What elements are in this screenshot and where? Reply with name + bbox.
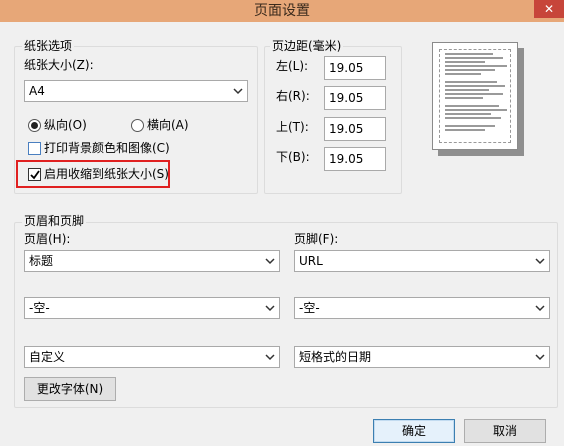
shrink-to-fit-checkbox[interactable] [28, 168, 41, 181]
chevron-down-icon [265, 305, 275, 312]
header-label: 页眉(H): [24, 232, 71, 246]
margin-top-input[interactable]: 19.05 [324, 117, 386, 141]
paper-size-value: A4 [29, 84, 45, 98]
header-select-3[interactable]: 自定义 [24, 346, 280, 368]
footer-value-1: URL [299, 254, 323, 268]
chevron-down-icon [535, 305, 545, 312]
footer-select-1[interactable]: URL [294, 250, 550, 272]
header-footer-label: 页眉和页脚 [22, 214, 87, 228]
paper-size-select[interactable]: A4 [24, 80, 248, 102]
margins-label: 页边距(毫米) [270, 39, 344, 53]
window-title: 页面设置 [254, 3, 310, 19]
checkmark-icon [30, 170, 40, 180]
chevron-down-icon [535, 354, 545, 361]
margin-right-input[interactable]: 19.05 [324, 86, 386, 110]
footer-select-3[interactable]: 短格式的日期 [294, 346, 550, 368]
margin-left-label: 左(L): [276, 59, 309, 73]
footer-value-2: -空- [299, 301, 320, 315]
chevron-down-icon [535, 258, 545, 265]
margin-left-input[interactable]: 19.05 [324, 56, 386, 80]
dialog-body: 纸张选项 纸张大小(Z): A4 纵向(O) 横向(A) 打印背景颜色和图像(C… [0, 22, 564, 446]
margin-bottom-input[interactable]: 19.05 [324, 147, 386, 171]
header-value-3: 自定义 [29, 350, 66, 364]
portrait-radio[interactable] [28, 119, 41, 132]
shrink-to-fit-label[interactable]: 启用收缩到纸张大小(S) [44, 166, 169, 182]
landscape-radio[interactable] [131, 119, 144, 132]
header-value-2: -空- [29, 301, 50, 315]
header-value-1: 标题 [29, 254, 54, 268]
paper-options-label: 纸张选项 [22, 39, 75, 53]
footer-select-2[interactable]: -空- [294, 297, 550, 319]
close-button[interactable]: ✕ [534, 0, 564, 18]
margin-bottom-label: 下(B): [276, 150, 310, 164]
close-icon: ✕ [543, 2, 555, 16]
margin-right-label: 右(R): [276, 89, 310, 103]
page-preview [432, 42, 518, 150]
chevron-down-icon [265, 258, 275, 265]
footer-value-3: 短格式的日期 [299, 350, 372, 364]
portrait-label[interactable]: 纵向(O) [44, 117, 87, 133]
header-select-2[interactable]: -空- [24, 297, 280, 319]
print-background-label[interactable]: 打印背景颜色和图像(C) [44, 140, 170, 156]
chevron-down-icon [265, 354, 275, 361]
cancel-button[interactable]: 取消 [464, 419, 546, 443]
margin-top-label: 上(T): [276, 120, 309, 134]
change-font-button[interactable]: 更改字体(N) [24, 377, 116, 401]
paper-size-label: 纸张大小(Z): [24, 58, 94, 72]
landscape-label[interactable]: 横向(A) [147, 117, 189, 133]
header-select-1[interactable]: 标题 [24, 250, 280, 272]
print-background-checkbox[interactable] [28, 142, 41, 155]
chevron-down-icon [233, 88, 243, 95]
ok-button[interactable]: 确定 [373, 419, 455, 443]
footer-label: 页脚(F): [294, 232, 339, 246]
